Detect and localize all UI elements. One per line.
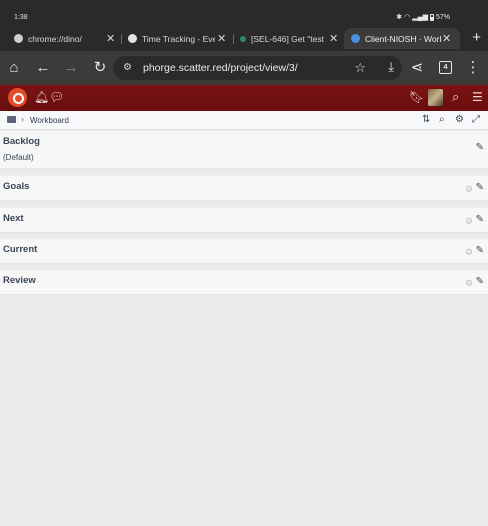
edit-pencil-icon[interactable]: ✎	[476, 142, 484, 153]
browser-tab[interactable]: [SEL-646] Get "test r ✕	[240, 28, 340, 49]
hamburger-menu-icon[interactable]: ☰	[472, 90, 483, 104]
board-column-review: Review ⚙ ✎	[0, 270, 488, 295]
more-menu-icon[interactable]: ⋮	[465, 60, 481, 76]
briefcase-icon[interactable]	[7, 116, 16, 123]
sort-icon[interactable]: ⇅	[422, 114, 430, 126]
bookmark-icon[interactable]: 🔖︎	[409, 90, 424, 104]
reload-icon[interactable]: ↻	[92, 60, 108, 76]
workboard: Backlog (Default) ✎ Goals ⚙ ✎ Next ⚙ ✎ C…	[0, 131, 488, 295]
edit-pencil-icon[interactable]: ✎	[476, 276, 484, 287]
board-column-backlog: Backlog (Default) ✎	[0, 131, 488, 169]
wifi-icon: ◠	[404, 14, 411, 21]
system-icons: ✱ ◠ ▂▄▆ 57%	[396, 13, 450, 21]
browser-tab[interactable]: Time Tracking - Even ✕	[128, 28, 231, 49]
phorge-favicon-icon	[351, 34, 360, 43]
bluetooth-icon: ✱	[396, 14, 403, 21]
column-subtitle: (Default)	[3, 153, 34, 162]
download-icon[interactable]: ⤓	[388, 59, 394, 75]
column-title: Backlog	[3, 136, 40, 147]
site-settings-icon[interactable]: ⚙	[123, 62, 132, 73]
column-title: Goals	[3, 181, 30, 192]
time-tracking-favicon-icon	[128, 34, 137, 43]
notifications-bell-icon[interactable]: 🔔︎	[34, 90, 49, 104]
board-column-goals: Goals ⚙ ✎	[0, 176, 488, 201]
chevron-right-icon: ›	[21, 114, 24, 124]
breadcrumb-bar: › Workboard ⇅ ⌕ ⚙ ⤢	[0, 111, 488, 130]
user-avatar[interactable]	[428, 89, 443, 106]
phorge-header: 🔔︎ 💬︎ 🔖︎ ⌕ ☰	[0, 85, 488, 111]
column-triggers-gear-icon[interactable]: ⚙	[465, 278, 473, 289]
clock: 1:38	[14, 14, 28, 21]
column-triggers-gear-icon[interactable]: ⚙	[465, 216, 473, 227]
column-title: Current	[3, 244, 38, 255]
bookmark-star-icon[interactable]: ☆	[354, 60, 366, 76]
close-tab-icon[interactable]: ✕	[106, 32, 115, 45]
column-title: Review	[3, 275, 36, 286]
column-triggers-gear-icon[interactable]: ⚙	[465, 184, 473, 195]
battery-percent: 57%	[435, 13, 450, 21]
edit-pencil-icon[interactable]: ✎	[476, 214, 484, 225]
column-title: Next	[3, 213, 24, 224]
new-tab-icon[interactable]: +	[472, 29, 481, 46]
filter-search-icon[interactable]: ⌕	[439, 114, 445, 126]
address-bar[interactable]: ⚙ phorge.scatter.red/project/view/3/ ☆ ⤓	[113, 56, 402, 80]
tab-title: chrome://dino/	[28, 33, 82, 44]
home-icon[interactable]: ⌂	[6, 60, 22, 76]
tab-title: [SEL-646] Get "test r	[251, 33, 325, 44]
sel-favicon-icon	[240, 35, 246, 42]
phorge-logo-icon[interactable]	[8, 88, 27, 107]
close-tab-icon[interactable]: ✕	[217, 32, 226, 45]
chrome-favicon-icon	[14, 34, 23, 43]
browser-tab-active[interactable]: Client-NIOSH · Work ✕	[344, 28, 460, 49]
board-column-next: Next ⚙ ✎	[0, 208, 488, 233]
fullscreen-icon[interactable]: ⤢	[472, 114, 480, 126]
search-icon[interactable]: ⌕	[452, 90, 459, 104]
edit-pencil-icon[interactable]: ✎	[476, 245, 484, 256]
browser-tab[interactable]: chrome://dino/ ✕	[14, 28, 120, 49]
edit-pencil-icon[interactable]: ✎	[476, 182, 484, 193]
browser-toolbar: ⌂ ← → ↻ ⚙ phorge.scatter.red/project/vie…	[0, 51, 488, 85]
tab-switcher-button[interactable]: 4	[439, 61, 452, 74]
tab-title: Time Tracking - Even	[142, 33, 215, 44]
share-icon[interactable]: ⋖	[409, 60, 425, 76]
conpherence-chat-icon[interactable]: 💬︎	[49, 90, 64, 104]
android-status-bar: 1:38 ✱ ◠ ▂▄▆ 57%	[0, 0, 488, 26]
column-triggers-gear-icon[interactable]: ⚙	[465, 247, 473, 258]
url-text[interactable]: phorge.scatter.red/project/view/3/	[143, 62, 298, 74]
back-icon[interactable]: ←	[35, 60, 51, 76]
close-tab-icon[interactable]: ✕	[329, 32, 338, 45]
close-tab-icon[interactable]: ✕	[442, 32, 451, 45]
signal-icon: ▂▄▆	[412, 14, 428, 21]
tab-title: Client-NIOSH · Work	[365, 33, 441, 44]
gear-icon[interactable]: ⚙	[455, 114, 464, 126]
breadcrumb-workboard[interactable]: Workboard	[30, 116, 69, 125]
forward-icon[interactable]: →	[63, 60, 79, 76]
battery-icon	[429, 13, 434, 21]
browser-tab-strip: chrome://dino/ ✕ Time Tracking - Even ✕ …	[0, 26, 488, 51]
board-column-current: Current ⚙ ✎	[0, 239, 488, 264]
